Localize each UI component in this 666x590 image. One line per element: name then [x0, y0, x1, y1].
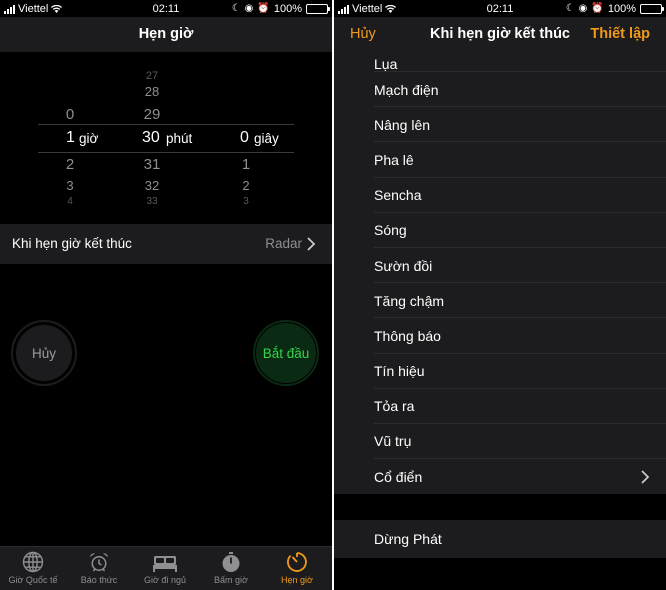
sound-name: Vũ trụ [374, 433, 412, 450]
picker-value: 31 [143, 156, 161, 173]
list-item[interactable]: Tín hiệu [334, 353, 666, 389]
nav-bar: Hủy Khi hẹn giờ kết thúc Thiết lập [334, 17, 666, 52]
chevron-right-icon [307, 237, 316, 251]
battery-percent: 100% [607, 3, 636, 15]
picker-value: 29 [143, 106, 161, 123]
cancel-button[interactable]: Hủy [11, 320, 77, 386]
tab-label: Giờ Quốc tế [8, 575, 58, 585]
set-button[interactable]: Thiết lập [590, 26, 650, 42]
minutes-unit: phút [166, 131, 193, 146]
picker-value: 4 [67, 196, 73, 207]
sound-name: Nâng lên [374, 116, 431, 133]
seconds-unit: giây [254, 131, 279, 146]
duration-picker[interactable]: 0 2 3 4 27 28 29 31 32 33 1 2 3 1 giờ 30… [0, 52, 332, 224]
hours-unit: giờ [79, 131, 99, 146]
sound-name: Lụa [374, 56, 398, 72]
list-item[interactable]: Pha lê [334, 142, 666, 178]
sound-name: Pha lê [374, 151, 414, 168]
picker-value: 3 [243, 196, 249, 207]
stopwatch-icon [222, 552, 240, 572]
start-button-label: Bắt đầu [262, 345, 310, 361]
sound-picker-screen: Viettel 02:11 ☾ ◉ ⏰ 100% Hủy Khi hẹn giờ… [334, 0, 666, 590]
tab-label: Bấm giờ [214, 575, 248, 585]
moon-icon: ☾ [565, 3, 575, 14]
alarm-clock-icon [90, 553, 108, 572]
alarm-icon: ⏰ [591, 3, 604, 14]
picker-value: 2 [65, 156, 75, 173]
picker-value: 28 [144, 84, 160, 99]
list-item[interactable]: Tăng chậm [334, 283, 666, 319]
sound-name: Mạch điện [374, 81, 439, 98]
picker-value: 2 [242, 178, 250, 193]
bed-icon [153, 556, 177, 572]
sound-list: Lụa Mạch điện Nâng lên Pha lê Sencha Són… [334, 52, 666, 559]
sound-name: Tăng chậm [374, 292, 445, 309]
tab-timer[interactable]: Hẹn giờ [264, 551, 330, 585]
page-title: Hẹn giờ [138, 26, 194, 42]
list-item[interactable]: Mạch điện [334, 72, 666, 108]
battery-icon [306, 4, 330, 14]
selection-line-top [38, 124, 294, 125]
battery-icon [640, 4, 664, 14]
list-item[interactable]: Vũ trụ [334, 423, 666, 460]
tab-bar: Giờ Quốc tế Báo thức Giờ đi ngủ Bấm giờ … [0, 546, 332, 590]
tab-bedtime[interactable]: Giờ đi ngủ [132, 551, 198, 585]
when-timer-ends-label: Khi hẹn giờ kết thúc [12, 236, 132, 251]
tab-label: Giờ đi ngủ [144, 575, 186, 585]
cancel-button-label: Hủy [31, 345, 56, 361]
alarm-icon: ⏰ [257, 3, 270, 14]
moon-icon: ☾ [231, 3, 241, 14]
selected-hours: 1 [66, 129, 75, 146]
selected-minutes: 30 [142, 129, 160, 146]
nav-bar: Hẹn giờ [0, 17, 332, 52]
list-item[interactable]: Thông báo [334, 318, 666, 354]
selected-seconds: 0 [240, 129, 249, 146]
sound-name: Sencha [374, 187, 422, 204]
picker-value: 0 [65, 106, 75, 123]
tab-world-clock[interactable]: Giờ Quốc tế [0, 551, 66, 585]
picker-value: 32 [144, 178, 160, 193]
sound-name: Thông báo [374, 327, 441, 344]
classic-sounds-label: Cổ điển [374, 468, 423, 485]
rotation-lock-icon: ◉ [244, 3, 254, 14]
sound-name: Sóng [374, 222, 407, 239]
list-item[interactable]: Sencha [334, 177, 666, 213]
stop-playing-label: Dừng Phát [374, 531, 442, 548]
status-bar: Viettel 02:11 ☾ ◉ ⏰ 100% [334, 0, 666, 17]
list-item[interactable]: Sườn đồi [334, 247, 666, 284]
list-item[interactable]: Lụa [334, 52, 666, 72]
chevron-right-icon [641, 470, 650, 484]
tab-stopwatch[interactable]: Bấm giờ [198, 551, 264, 585]
tab-label: Hẹn giờ [281, 575, 313, 585]
sound-name: Sườn đồi [374, 257, 433, 274]
tab-alarm[interactable]: Báo thức [66, 551, 132, 585]
list-item[interactable]: Tỏa ra [334, 388, 666, 424]
globe-icon [22, 551, 44, 573]
battery-percent: 100% [273, 3, 302, 15]
selected-duration: 1 giờ 30 phút 0 giây [0, 129, 332, 153]
sound-name: Tín hiệu [374, 363, 425, 380]
timer-screen: Viettel 02:11 ☾ ◉ ⏰ 100% Hẹn giờ 0 2 3 4… [0, 0, 332, 590]
sound-name: Tỏa ra [374, 398, 415, 415]
status-bar: Viettel 02:11 ☾ ◉ ⏰ 100% [0, 0, 332, 17]
rotation-lock-icon: ◉ [578, 3, 588, 14]
tab-label: Báo thức [80, 575, 118, 585]
classic-sounds-row[interactable]: Cổ điển [334, 459, 666, 495]
picker-value: 1 [241, 156, 251, 173]
list-item[interactable]: Nâng lên [334, 107, 666, 143]
when-timer-ends-value: Radar [265, 236, 302, 251]
picker-value: 27 [145, 70, 159, 82]
picker-value: 3 [66, 178, 74, 193]
stop-playing-row[interactable]: Dừng Phát [334, 520, 666, 559]
when-timer-ends-row[interactable]: Khi hẹn giờ kết thúc Radar [0, 224, 332, 264]
timer-icon [287, 552, 307, 572]
start-button[interactable]: Bắt đầu [253, 320, 319, 386]
list-item[interactable]: Sóng [334, 212, 666, 248]
picker-value: 33 [146, 196, 158, 207]
